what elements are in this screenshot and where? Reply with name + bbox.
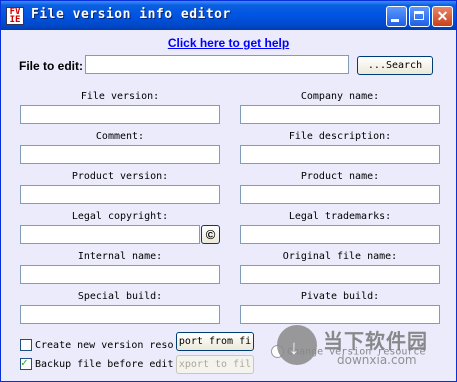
backup-file-option[interactable]: Backup file before edit xyxy=(20,358,176,370)
app-window: FV IE File version info editor ✕ Click h… xyxy=(0,0,457,382)
watermark: ↓ 当下软件园 downxia.com xyxy=(277,323,437,375)
title-bar[interactable]: FV IE File version info editor ✕ xyxy=(1,1,456,30)
maximize-icon xyxy=(414,11,424,20)
legal-trademarks-label: Legal trademarks: xyxy=(288,211,392,222)
create-new-version-label: Create new version reso xyxy=(35,340,174,351)
create-new-version-option[interactable]: Create new version reso xyxy=(20,339,176,351)
legal-trademarks-input[interactable] xyxy=(240,225,440,244)
product-version-input[interactable] xyxy=(20,185,220,204)
window-title: File version info editor xyxy=(31,7,231,22)
file-version-label: File version: xyxy=(80,91,160,102)
comment-label: Comment: xyxy=(95,131,145,142)
private-build-input[interactable] xyxy=(240,305,440,324)
minimize-icon xyxy=(391,19,399,22)
help-link[interactable]: Click here to get help xyxy=(1,36,456,50)
file-description-label: File description: xyxy=(288,131,392,142)
internal-name-input[interactable] xyxy=(20,265,220,284)
private-build-label: Pivate build: xyxy=(300,291,380,302)
export-to-file-button[interactable]: xport to fil xyxy=(176,355,254,374)
legal-copyright-input[interactable] xyxy=(20,225,200,244)
special-build-input[interactable] xyxy=(20,305,220,324)
watermark-text: 当下软件园 xyxy=(323,329,428,353)
special-build-label: Special build: xyxy=(77,291,163,302)
company-name-label: Company name: xyxy=(300,91,380,102)
file-version-input[interactable] xyxy=(20,105,220,124)
close-icon: ✕ xyxy=(436,8,449,24)
backup-file-label: Backup file before edit xyxy=(35,359,174,370)
product-name-input[interactable] xyxy=(240,185,440,204)
legal-copyright-label: Legal copyright: xyxy=(71,211,169,222)
file-to-edit-label: File to edit: xyxy=(19,59,83,73)
original-file-name-input[interactable] xyxy=(240,265,440,284)
backup-file-checkbox[interactable] xyxy=(20,358,32,370)
original-file-name-label: Original file name: xyxy=(282,251,398,262)
internal-name-label: Internal name: xyxy=(77,251,163,262)
import-from-file-button[interactable]: port from fi xyxy=(176,332,254,351)
watermark-logo: ↓ xyxy=(277,325,317,365)
insert-copyright-button[interactable]: © xyxy=(201,225,220,244)
company-name-input[interactable] xyxy=(240,105,440,124)
file-to-edit-input[interactable] xyxy=(85,55,349,74)
watermark-url: downxia.com xyxy=(337,353,417,367)
comment-input[interactable] xyxy=(20,145,220,164)
app-icon: FV IE xyxy=(6,7,24,25)
create-new-version-checkbox[interactable] xyxy=(20,339,32,351)
close-button[interactable]: ✕ xyxy=(432,6,453,27)
minimize-button[interactable] xyxy=(386,6,407,27)
product-version-label: Product version: xyxy=(71,171,169,182)
search-button[interactable]: ...Search xyxy=(357,56,433,75)
download-arrow-icon: ↓ xyxy=(289,337,299,359)
file-description-input[interactable] xyxy=(240,145,440,164)
product-name-label: Product name: xyxy=(300,171,380,182)
maximize-button[interactable] xyxy=(409,6,430,27)
